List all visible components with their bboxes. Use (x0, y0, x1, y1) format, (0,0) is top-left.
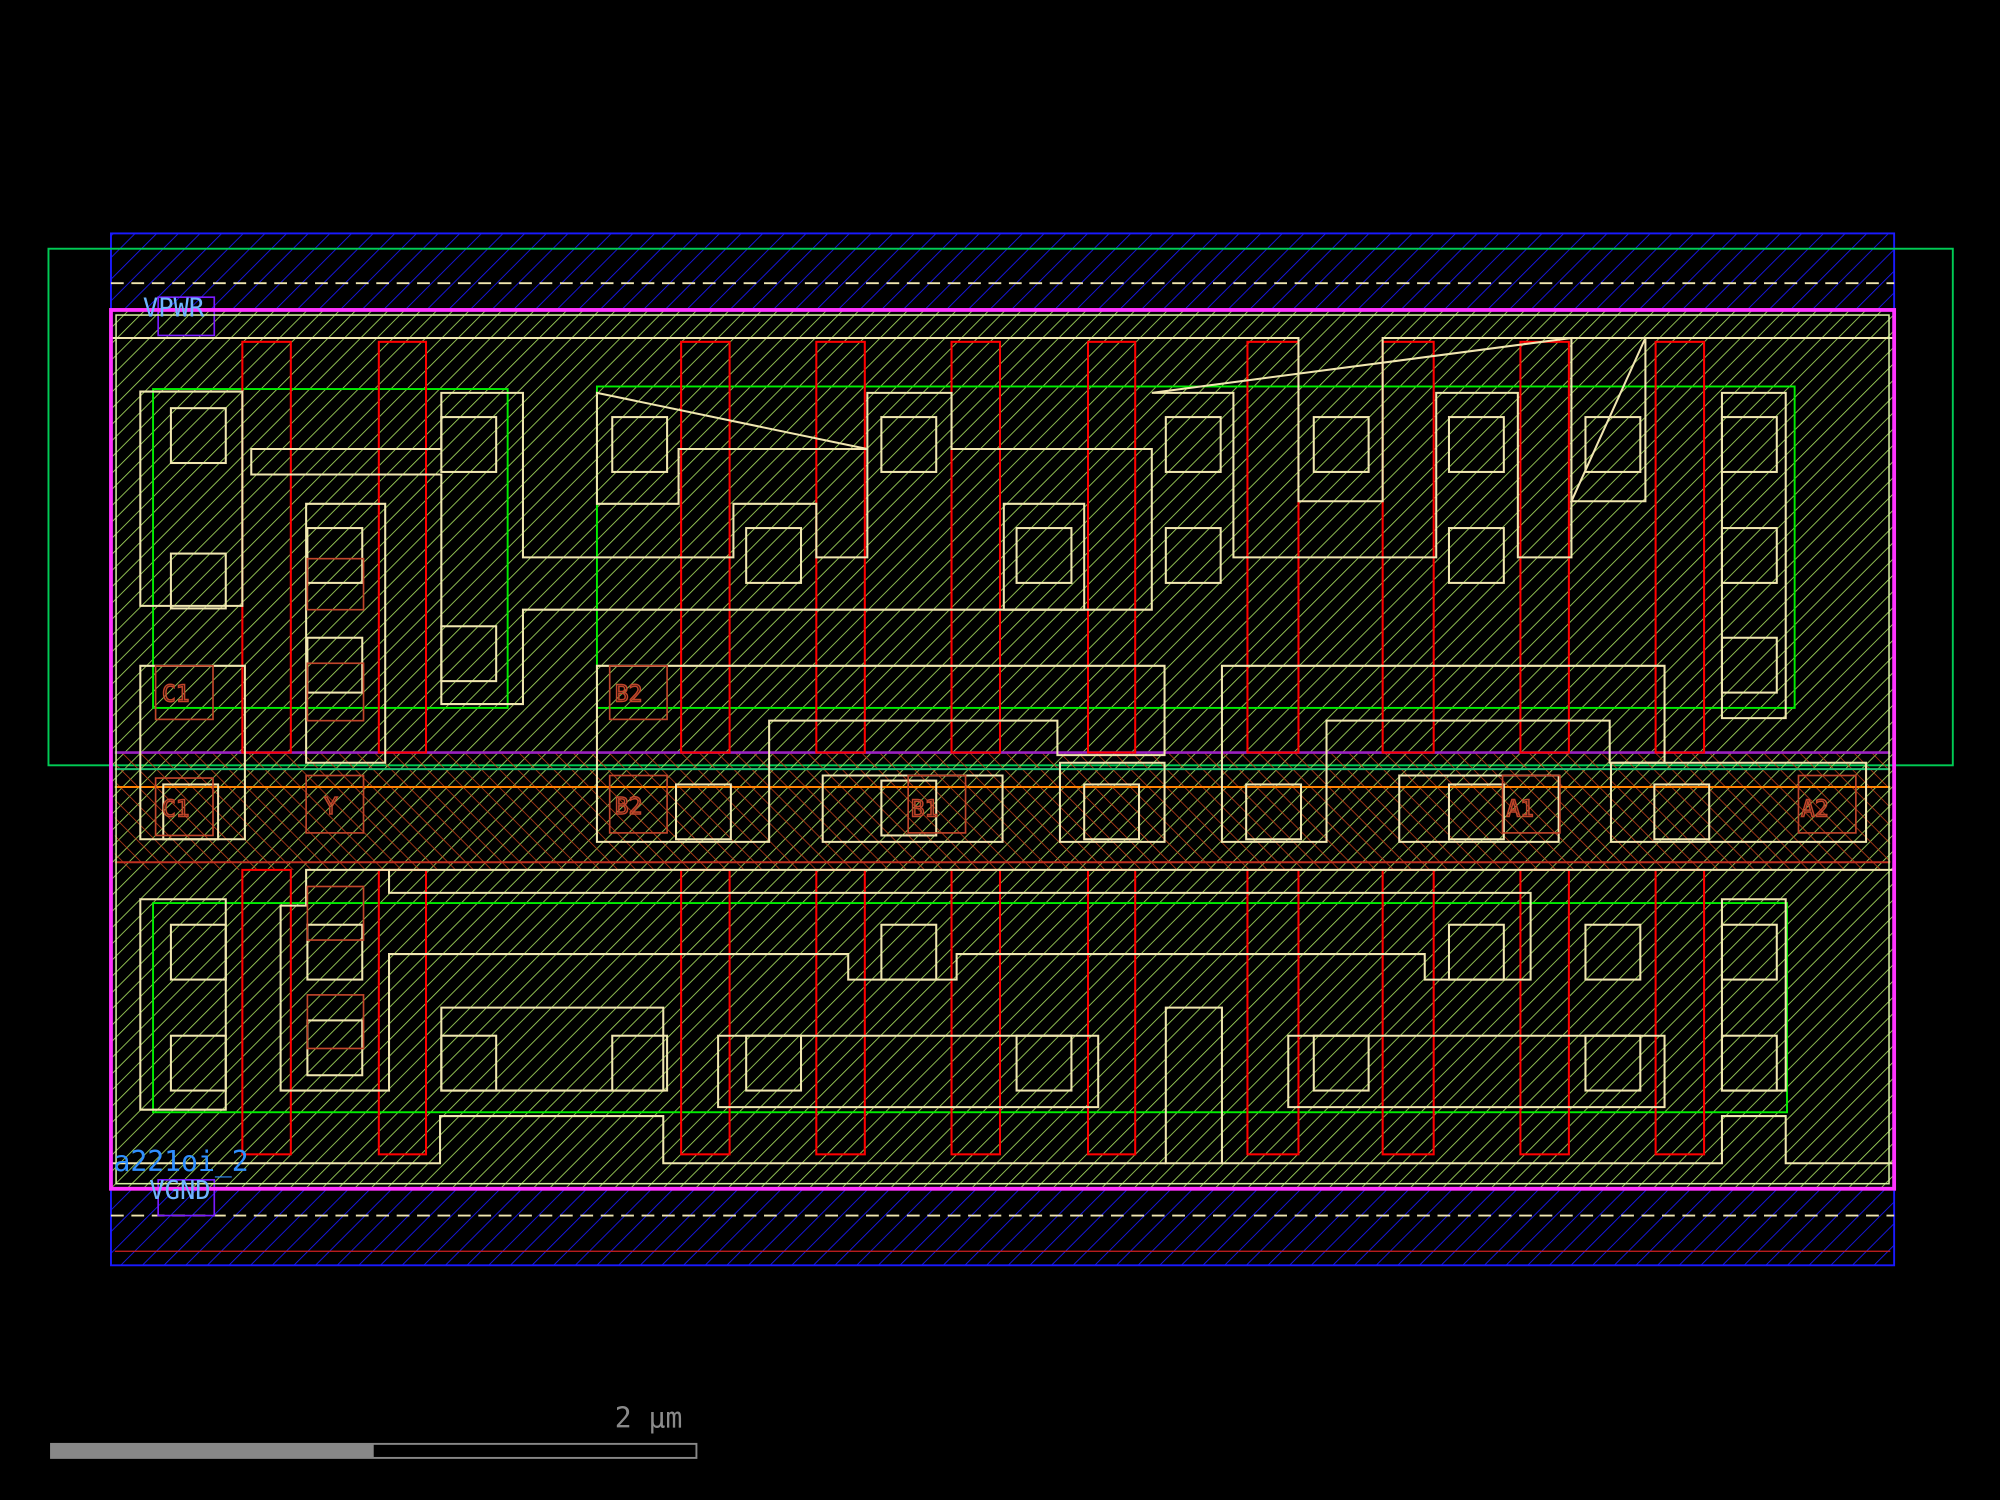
cell-name-label: a221oi_2 (114, 1145, 249, 1179)
pin-label-b1: B1 (911, 796, 939, 822)
scale-bar-label: 2 µm (615, 1401, 683, 1434)
ground-rail-vgnd (111, 1189, 1894, 1266)
pin-label-b2-top: B2 (615, 682, 643, 708)
pin-label-a1: A1 (1506, 796, 1534, 822)
pin-label-c1: C1 (162, 796, 190, 822)
scale-bar: 2 µm (51, 1401, 696, 1458)
net-label-vgnd: VGND (149, 1176, 210, 1206)
layout-canvas[interactable]: C1 B2 C1 Y B2 B1 A1 A2 VPWR a221oi_2 VGN… (0, 0, 2000, 1500)
pin-label-c1-top: C1 (162, 682, 190, 708)
pin-label-a2: A2 (1801, 796, 1829, 822)
pin-label-b2: B2 (615, 794, 643, 820)
power-rail-vpwr (111, 233, 1894, 310)
pin-label-y: Y (324, 794, 338, 820)
net-label-vpwr: VPWR (143, 293, 205, 323)
